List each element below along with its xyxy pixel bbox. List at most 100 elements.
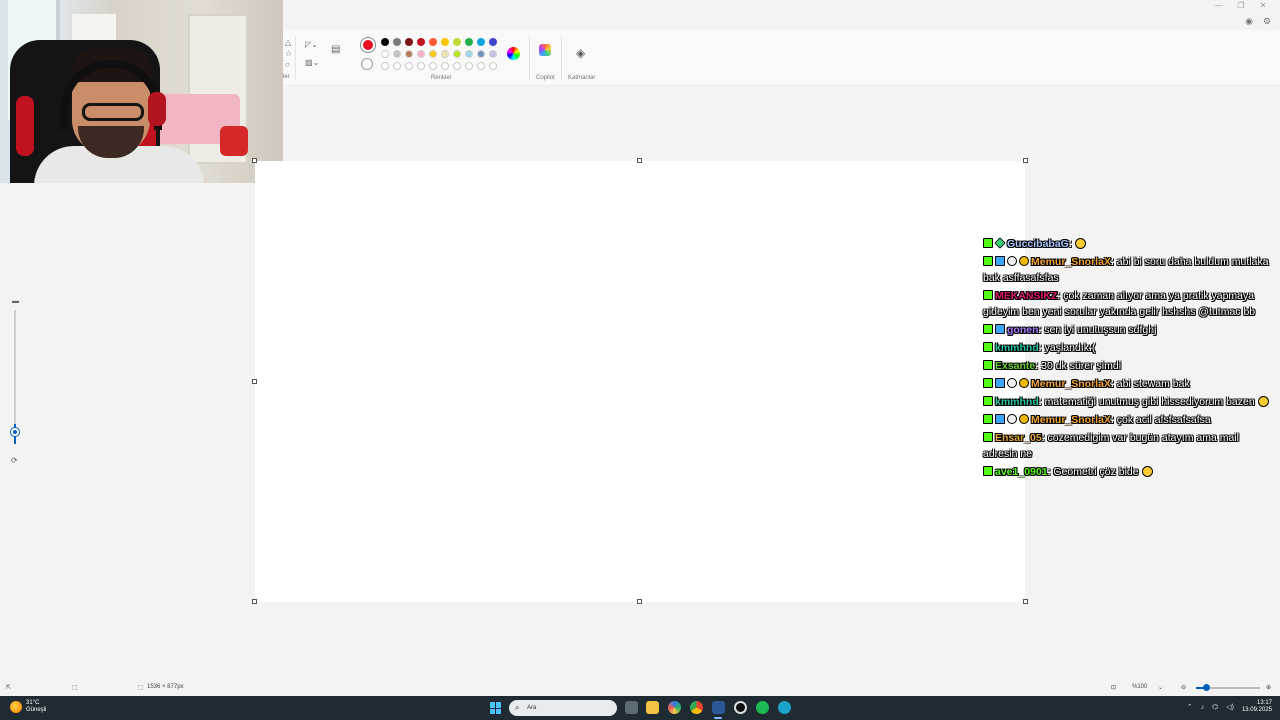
chat-username: Memur_SnorlaX <box>1031 414 1111 426</box>
zoom-in-icon[interactable]: ⊕ <box>1266 684 1271 691</box>
color-swatch[interactable] <box>489 50 497 58</box>
resize-handle[interactable] <box>252 599 257 604</box>
colors-group-label: Renkler <box>431 75 452 81</box>
time: 13:17 <box>1256 700 1272 706</box>
weather-widget[interactable]: 31°C Güneşli <box>10 700 46 714</box>
chat-username: ave1_0901 <box>995 466 1048 478</box>
kick-badge-icon <box>983 324 993 334</box>
file-explorer-icon[interactable] <box>646 701 659 714</box>
outline-icon[interactable]: ◸⌄ <box>305 40 318 49</box>
copilot-icon[interactable] <box>539 44 551 56</box>
color-swatch[interactable] <box>417 38 425 46</box>
edit-colors-icon[interactable] <box>507 47 520 60</box>
reset-icon[interactable]: ⟳ <box>11 456 18 465</box>
taskbar-search[interactable]: ⌕ Ara <box>509 700 617 716</box>
color-swatch[interactable] <box>429 50 437 58</box>
chat-username: gonen <box>1007 324 1039 336</box>
chat-text: : sen iyi unutuşsun sdfghj <box>1038 324 1157 336</box>
color-swatch[interactable] <box>405 38 413 46</box>
windows-start-icon[interactable] <box>490 702 502 714</box>
zoom-slider-thumb[interactable] <box>1203 684 1210 691</box>
chat-text: : <box>1068 238 1072 250</box>
color-swatch[interactable] <box>381 50 389 58</box>
zoom-out-icon[interactable]: ⊖ <box>1181 684 1186 691</box>
active-app-indicator <box>714 717 722 719</box>
color-swatch[interactable] <box>381 38 389 46</box>
slider-thumb[interactable] <box>11 428 19 436</box>
chat-text: : abi stewam bak <box>1110 378 1190 390</box>
empty-color-slot[interactable] <box>393 62 401 70</box>
subscriber-badge-icon <box>995 378 1005 388</box>
streaming-app-icon[interactable] <box>712 701 725 714</box>
empty-color-slot[interactable] <box>429 62 437 70</box>
color-swatch[interactable] <box>477 38 485 46</box>
color-swatch[interactable] <box>465 38 473 46</box>
close-button[interactable]: ✕ <box>1252 0 1274 12</box>
chat-message: GuccibabaG: <box>983 236 1273 252</box>
color-swatch[interactable] <box>417 50 425 58</box>
color-swatch[interactable] <box>477 50 485 58</box>
drawing-canvas[interactable] <box>255 161 1025 602</box>
microphone-icon[interactable]: ♪ <box>1201 704 1205 711</box>
color-swatch[interactable] <box>405 50 413 58</box>
color-swatch[interactable] <box>393 38 401 46</box>
fill-icon[interactable]: ▨⌄ <box>305 58 319 67</box>
clock[interactable]: 13:17 13.09.2025 <box>1242 700 1272 714</box>
empty-color-slot[interactable] <box>381 62 389 70</box>
resize-handle[interactable] <box>1023 158 1028 163</box>
obs-icon[interactable] <box>734 701 747 714</box>
shapes-icon[interactable]: △ <box>285 38 291 47</box>
kick-badge-icon <box>983 414 993 424</box>
kick-badge-icon <box>983 256 993 266</box>
empty-color-slot[interactable] <box>489 62 497 70</box>
empty-color-slot[interactable] <box>453 62 461 70</box>
empty-color-slot[interactable] <box>441 62 449 70</box>
color-swatch[interactable] <box>453 38 461 46</box>
chat-message: ave1_0901: Geometri çöz bide <box>983 464 1273 480</box>
network-icon[interactable]: ⌬ <box>1212 703 1218 711</box>
color-swatch[interactable] <box>453 50 461 58</box>
color-swatch[interactable] <box>441 50 449 58</box>
color-swatch[interactable] <box>429 38 437 46</box>
empty-color-slot[interactable] <box>417 62 425 70</box>
emoji-icon <box>1257 396 1269 407</box>
maximize-button[interactable]: ❐ <box>1230 0 1252 12</box>
resize-handle[interactable] <box>252 379 257 384</box>
edge-icon[interactable] <box>668 701 681 714</box>
resize-handle[interactable] <box>252 158 257 163</box>
size-icon[interactable]: ▤ <box>331 44 340 55</box>
kick-badge-icon <box>983 238 993 248</box>
empty-color-slot[interactable] <box>405 62 413 70</box>
browser-icon[interactable] <box>778 701 791 714</box>
account-icon[interactable]: ◉ <box>1244 16 1254 26</box>
color-2-indicator[interactable] <box>361 58 373 70</box>
color-swatch[interactable] <box>489 38 497 46</box>
color-1-indicator[interactable] <box>361 38 375 52</box>
zoom-level-select[interactable]: %100 <box>1132 684 1147 690</box>
empty-color-slot[interactable] <box>477 62 485 70</box>
kick-badge-icon <box>983 342 993 352</box>
chat-username: Exsante <box>995 360 1036 372</box>
empty-color-slot[interactable] <box>465 62 473 70</box>
settings-icon[interactable]: ⚙ <box>1262 16 1272 26</box>
minimize-button[interactable]: — <box>1208 0 1230 12</box>
task-view-icon[interactable] <box>625 701 638 714</box>
chevron-up-icon[interactable]: ⌃ <box>1187 703 1193 711</box>
chevron-down-icon[interactable]: ⌄ <box>1158 684 1163 691</box>
resize-handle[interactable] <box>637 158 642 163</box>
color-swatch[interactable] <box>393 50 401 58</box>
lasso-icon[interactable]: ○ <box>285 60 290 69</box>
fit-to-window-icon[interactable]: ⊡ <box>1111 684 1116 691</box>
chrome-icon[interactable] <box>690 701 703 714</box>
layers-icon[interactable]: ◈ <box>576 46 585 60</box>
volume-icon[interactable]: ◁) <box>1226 703 1234 711</box>
resize-handle[interactable] <box>637 599 642 604</box>
spotify-icon[interactable] <box>756 701 769 714</box>
kick-badge-icon <box>983 466 993 476</box>
weather-condition: Güneşli <box>26 707 47 713</box>
star-shape-icon[interactable]: ☆ <box>285 49 292 58</box>
color-swatch[interactable] <box>465 50 473 58</box>
brush-size-slider[interactable]: ▬ ⟳ <box>6 296 24 470</box>
color-swatch[interactable] <box>441 38 449 46</box>
resize-handle[interactable] <box>1023 599 1028 604</box>
